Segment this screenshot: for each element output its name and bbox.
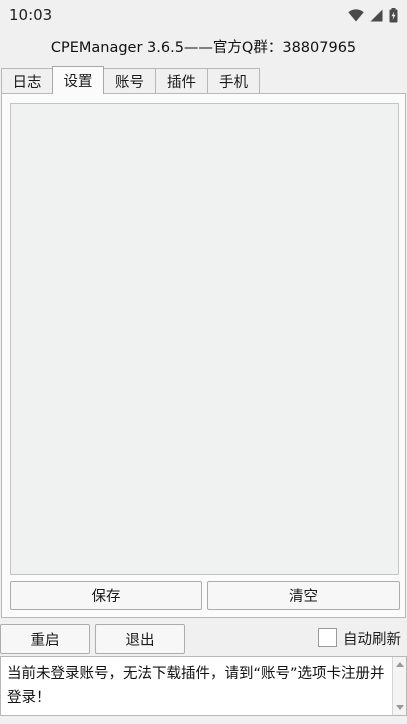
tab-plugins[interactable]: 插件 (155, 68, 208, 94)
status-bar: 10:03 (0, 0, 407, 30)
status-icons (348, 7, 398, 23)
settings-text-area[interactable] (10, 103, 399, 575)
scroll-up-arrow-icon[interactable] (396, 662, 404, 667)
scroll-down-arrow-icon[interactable] (396, 705, 404, 710)
status-log-message: 当前未登录账号，无法下载插件，请到“账号”选项卡注册并登录！ (7, 666, 385, 706)
save-button[interactable]: 保存 (10, 581, 202, 610)
auto-refresh-checkbox[interactable] (318, 628, 337, 647)
auto-refresh-label[interactable]: 自动刷新 (343, 628, 401, 649)
battery-charging-icon (389, 7, 398, 23)
tab-account[interactable]: 账号 (103, 68, 156, 94)
cellular-signal-icon (370, 9, 383, 22)
tab-bar: 日志 设置 账号 插件 手机 (0, 66, 407, 94)
tab-log[interactable]: 日志 (1, 68, 53, 94)
settings-panel: 保存 清空 (1, 93, 406, 618)
app-title: CPEManager 3.6.5——官方Q群：38807965 (50, 40, 357, 56)
exit-button[interactable]: 退出 (95, 624, 185, 654)
clear-button[interactable]: 清空 (207, 581, 400, 610)
status-log[interactable]: 当前未登录账号，无法下载插件，请到“账号”选项卡注册并登录！ (0, 656, 407, 716)
status-time: 10:03 (9, 6, 53, 24)
tab-phone[interactable]: 手机 (207, 68, 260, 94)
restart-button[interactable]: 重启 (0, 624, 90, 654)
wifi-icon (348, 8, 364, 22)
log-scrollbar[interactable] (392, 657, 406, 715)
tab-settings[interactable]: 设置 (52, 66, 104, 94)
